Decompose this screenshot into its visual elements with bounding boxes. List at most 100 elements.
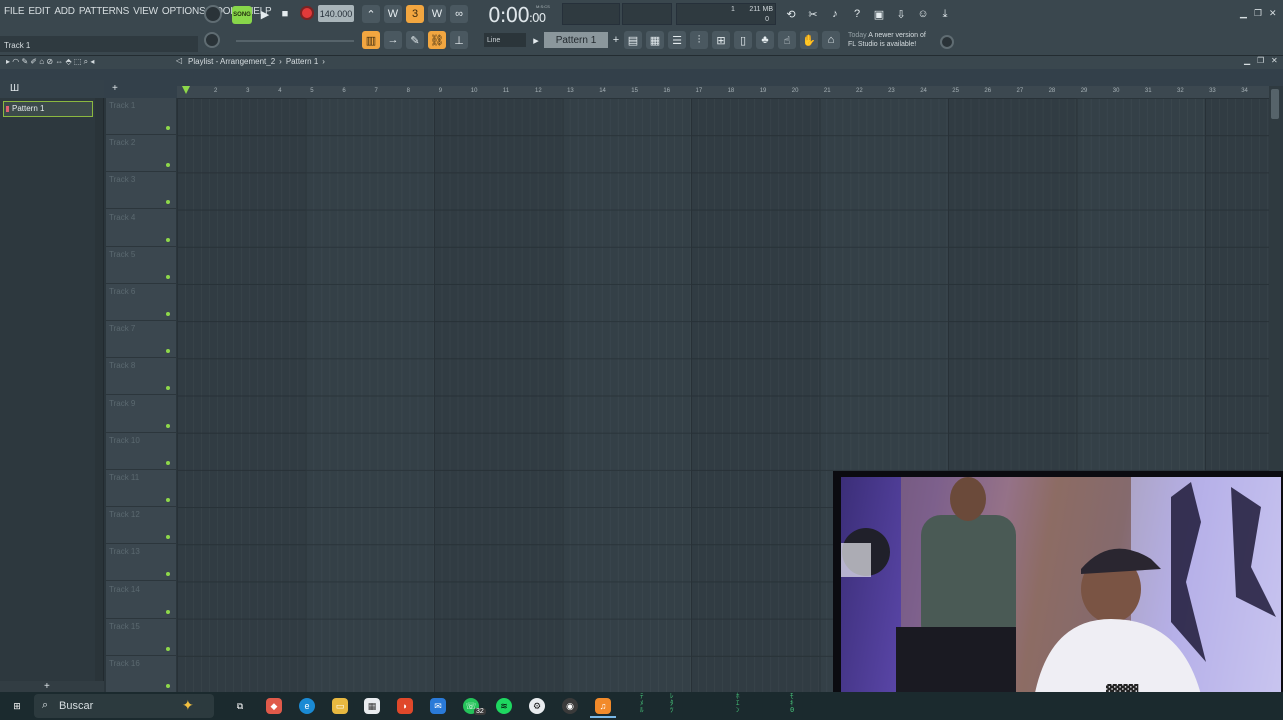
track-header[interactable]: Track 1: [106, 98, 176, 135]
menu-edit[interactable]: EDIT: [28, 6, 50, 17]
plugin-picker-icon[interactable]: ⊞: [712, 31, 730, 49]
store-app-icon[interactable]: ▦: [364, 698, 380, 714]
track-header[interactable]: Track 14: [106, 582, 176, 619]
track-mute-led[interactable]: [166, 312, 170, 316]
track-mute-led[interactable]: [166, 423, 170, 428]
menu-file[interactable]: FILE: [4, 6, 25, 17]
master-pitch-knob[interactable]: [204, 32, 220, 48]
task-view-icon[interactable]: ⧉: [232, 698, 248, 714]
playlist-minimize-icon[interactable]: ▁: [1244, 56, 1250, 65]
menu-view[interactable]: VIEW: [133, 6, 158, 17]
cut-icon[interactable]: ✂: [804, 5, 822, 23]
track-mute-led[interactable]: [166, 274, 170, 279]
playlist-close-icon[interactable]: ✕: [1271, 56, 1278, 65]
track-header[interactable]: Track 4: [106, 210, 176, 247]
menu-add[interactable]: ADD: [54, 6, 75, 17]
link-icon[interactable]: ⛓: [428, 31, 446, 49]
stamp-icon[interactable]: ⊥: [450, 31, 468, 49]
download-icon[interactable]: ⤓: [936, 5, 954, 23]
breadcrumb-arrangement[interactable]: Playlist - Arrangement_2: [188, 57, 275, 66]
track-header[interactable]: Track 3: [106, 172, 176, 210]
loop-record-icon[interactable]: ∞: [450, 5, 468, 23]
playlist-snap-icon[interactable]: ▥: [362, 31, 380, 49]
undo-icon[interactable]: ⟲: [782, 5, 800, 23]
pattern-selector[interactable]: Pattern 1: [544, 32, 608, 48]
playlist-icon[interactable]: ▤: [624, 31, 642, 49]
news-icon[interactable]: [940, 35, 954, 49]
file-explorer-icon[interactable]: ▭: [332, 698, 348, 714]
add-track-icon[interactable]: +: [112, 83, 118, 94]
save-icon[interactable]: ▣: [870, 5, 888, 23]
track-header[interactable]: Track 7: [106, 321, 176, 359]
mail-icon[interactable]: ✉: [430, 698, 446, 714]
track-mute-led[interactable]: [166, 572, 170, 577]
pattern-item[interactable]: Pattern 1: [3, 101, 93, 117]
track-mute-led[interactable]: [166, 163, 170, 168]
news-panel[interactable]: Today A newer version of FL Studio is av…: [848, 31, 926, 49]
channel-rack-icon[interactable]: ☰: [668, 31, 686, 49]
track-mute-led[interactable]: [166, 126, 170, 130]
master-pitch-slider[interactable]: [236, 40, 354, 42]
track-header[interactable]: Track 16: [106, 656, 176, 693]
pattern-prev-icon[interactable]: ▸: [530, 31, 542, 49]
playlist-restore-icon[interactable]: ❐: [1257, 56, 1264, 65]
track-mute-led[interactable]: [166, 200, 170, 205]
menu-patterns[interactable]: PATTERNS: [79, 6, 129, 17]
copilot-app-icon[interactable]: ◆: [266, 698, 282, 714]
plugin-db-icon[interactable]: ♣: [756, 31, 774, 49]
spotify-icon[interactable]: ≋: [496, 698, 512, 714]
playlist-options-icon[interactable]: ▸ ◠ ✎ ✐ ⌂ ⊘ ⇔ ⬘ ⬚ ⌕ ◂: [6, 57, 94, 67]
speaker-icon[interactable]: ◁: [176, 56, 182, 65]
track-header[interactable]: Track 8: [106, 358, 176, 396]
scrollbar-thumb[interactable]: [1271, 89, 1279, 119]
metronome-icon[interactable]: ⌃: [362, 5, 380, 23]
mixer-icon[interactable]: ⫶: [690, 31, 708, 49]
picker-add-icon[interactable]: +: [44, 681, 50, 692]
playhead-marker[interactable]: [182, 86, 190, 94]
track-header[interactable]: Track 15: [106, 619, 176, 656]
pattern-add-icon[interactable]: +: [610, 31, 622, 49]
obs-icon[interactable]: ◉: [562, 698, 578, 714]
arrow-icon[interactable]: →: [384, 31, 402, 49]
edge-icon[interactable]: e: [299, 698, 315, 714]
touch-icon[interactable]: ☝: [778, 31, 796, 49]
track-mute-led[interactable]: [166, 386, 170, 391]
track-mute-led[interactable]: [166, 237, 170, 242]
play-icon[interactable]: ▶: [256, 5, 274, 23]
track-header[interactable]: Track 6: [106, 284, 176, 321]
help-icon[interactable]: ?: [848, 5, 866, 23]
track-header[interactable]: Track 13: [106, 544, 176, 582]
track-mute-led[interactable]: [166, 498, 170, 502]
picker-mode-icon[interactable]: Ш: [10, 83, 19, 94]
mic-icon[interactable]: ♪: [826, 5, 844, 23]
track-mute-led[interactable]: [166, 609, 170, 614]
tempo-display[interactable]: 140.000: [318, 5, 354, 22]
fl-studio-icon[interactable]: ♫: [595, 698, 611, 714]
browser-icon[interactable]: ▯: [734, 31, 752, 49]
track-header[interactable]: Track 5: [106, 247, 176, 284]
track-mute-led[interactable]: [166, 460, 170, 465]
track-mute-led[interactable]: [166, 349, 170, 354]
taskbar-search[interactable]: ⌕ Buscar ✦: [34, 694, 214, 718]
snap-selector[interactable]: Line: [484, 33, 526, 47]
windows-start-icon[interactable]: ⊞: [9, 698, 25, 714]
piano-roll-icon[interactable]: ▦: [646, 31, 664, 49]
track-mute-led[interactable]: [166, 646, 170, 651]
step-edit-icon[interactable]: W: [428, 5, 446, 23]
stop-icon[interactable]: ■: [276, 5, 294, 23]
track-header[interactable]: Track 9: [106, 396, 176, 433]
picker-scrollbar[interactable]: [95, 98, 103, 681]
render-icon[interactable]: ⇩: [892, 5, 910, 23]
close-icon[interactable]: ✕: [1269, 8, 1277, 19]
track-mute-led[interactable]: [166, 684, 170, 688]
master-volume-knob[interactable]: [204, 5, 222, 23]
wait-input-icon[interactable]: W: [384, 5, 402, 23]
menu-options[interactable]: OPTIONS: [162, 6, 206, 17]
track-header[interactable]: Track 2: [106, 135, 176, 173]
draw-icon[interactable]: ✎: [406, 31, 424, 49]
timeline-ruler[interactable]: 2 3 4 5 6 7 8 9 10 11 12 13 14 15 16 17 18 19 20 21 22 23 24 25…: [177, 86, 1269, 98]
song-mode-button[interactable]: SONG: [232, 6, 252, 24]
hand-icon[interactable]: ✋: [800, 31, 818, 49]
steam-icon[interactable]: ⚙: [529, 698, 545, 714]
record-button[interactable]: [300, 6, 314, 20]
